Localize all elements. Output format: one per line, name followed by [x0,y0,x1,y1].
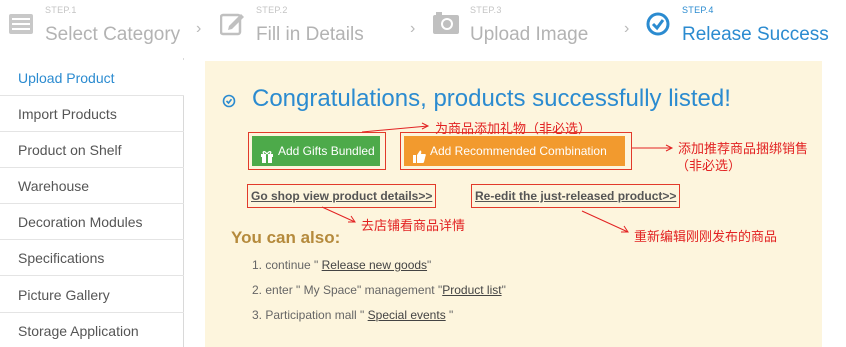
sidebar-item-decoration-modules[interactable]: Decoration Modules [0,204,184,240]
list-icon [8,13,34,40]
also-item-suffix: " [445,308,454,322]
step-number: STEP.1 [45,5,77,15]
add-recommended-combination-button[interactable]: Add Recommended Combination [404,136,625,166]
button-label: Add Gifts Bundled [278,144,375,158]
also-item-prefix: 1. continue " [252,258,322,272]
annotation-view: 去店铺看商品详情 [361,219,466,234]
sidebar-item-import-products[interactable]: Import Products [0,96,184,132]
step-label: Fill in Details [256,24,364,45]
special-events-link[interactable]: Special events [368,308,446,322]
success-panel: Congratulations, products successfully l… [205,61,822,347]
view-details-link-frame: Go shop view product details>> [247,184,437,208]
sidebar-item-picture-gallery[interactable]: Picture Gallery [0,277,184,313]
add-gifts-bundled-button[interactable]: Add Gifts Bundled [252,136,380,166]
also-item-prefix: 3. Participation mall " [252,308,368,322]
also-item-suffix: " [501,283,506,297]
chevron-right-icon: › [624,20,630,37]
sidebar-item-product-on-shelf[interactable]: Product on Shelf [0,132,184,168]
step-number: STEP.4 [682,5,714,15]
edit-icon [219,10,246,41]
chevron-right-icon: › [410,20,416,37]
go-shop-view-details-link[interactable]: Go shop view product details>> [251,189,432,203]
also-item-prefix: 2. enter " My Space" management " [252,283,443,297]
release-success-page: STEP.1 Select Category › STEP.2 Fill in … [0,0,846,347]
chevron-right-icon: › [196,20,202,37]
thumbs-up-icon [412,144,426,174]
step-4: STEP.4 Release Success [646,4,841,48]
annotation-gifts: 为商品添加礼物（非必选） [435,122,592,137]
check-circle-icon [222,94,236,113]
gifts-button-frame: Add Gifts Bundled [248,132,386,170]
check-circle-icon [646,12,670,41]
gift-icon [260,144,274,174]
success-title: Congratulations, products successfully l… [252,85,731,112]
step-label: Release Success [682,24,829,45]
step-number: STEP.2 [256,5,288,15]
sidebar-item-storage-application[interactable]: Storage Application [0,313,184,347]
also-item: 2. enter " My Space" management "Product… [252,283,506,297]
button-label: Add Recommended Combination [430,144,607,158]
also-item: 1. continue " Release new goods" [252,258,431,272]
step-label: Upload Image [470,24,589,45]
annotation-combination-optional: （非必选） [676,159,742,174]
reedit-link-frame: Re-edit the just-released product>> [471,184,681,208]
sidebar: Upload Product Import Products Product o… [0,58,184,347]
sidebar-item-warehouse[interactable]: Warehouse [0,168,184,204]
sidebar-item-specifications[interactable]: Specifications [0,240,184,276]
camera-icon [432,11,460,40]
step-1: STEP.1 Select Category [8,4,188,48]
product-list-link[interactable]: Product list [442,283,501,297]
sidebar-item-upload-product[interactable]: Upload Product [0,60,184,96]
also-item-suffix: " [427,258,432,272]
release-new-goods-link[interactable]: Release new goods [322,258,427,272]
annotation-reedit: 重新编辑刚刚发布的商品 [634,230,778,245]
step-2: STEP.2 Fill in Details [219,4,400,48]
also-item: 3. Participation mall " Special events " [252,308,453,322]
step-number: STEP.3 [470,5,502,15]
step-progress-bar: STEP.1 Select Category › STEP.2 Fill in … [0,0,846,50]
re-edit-product-link[interactable]: Re-edit the just-released product>> [475,189,676,203]
step-3: STEP.3 Upload Image [432,4,612,48]
you-can-also-heading: You can also: [231,228,341,247]
combination-button-frame: Add Recommended Combination [400,132,632,170]
step-label: Select Category [45,24,181,45]
